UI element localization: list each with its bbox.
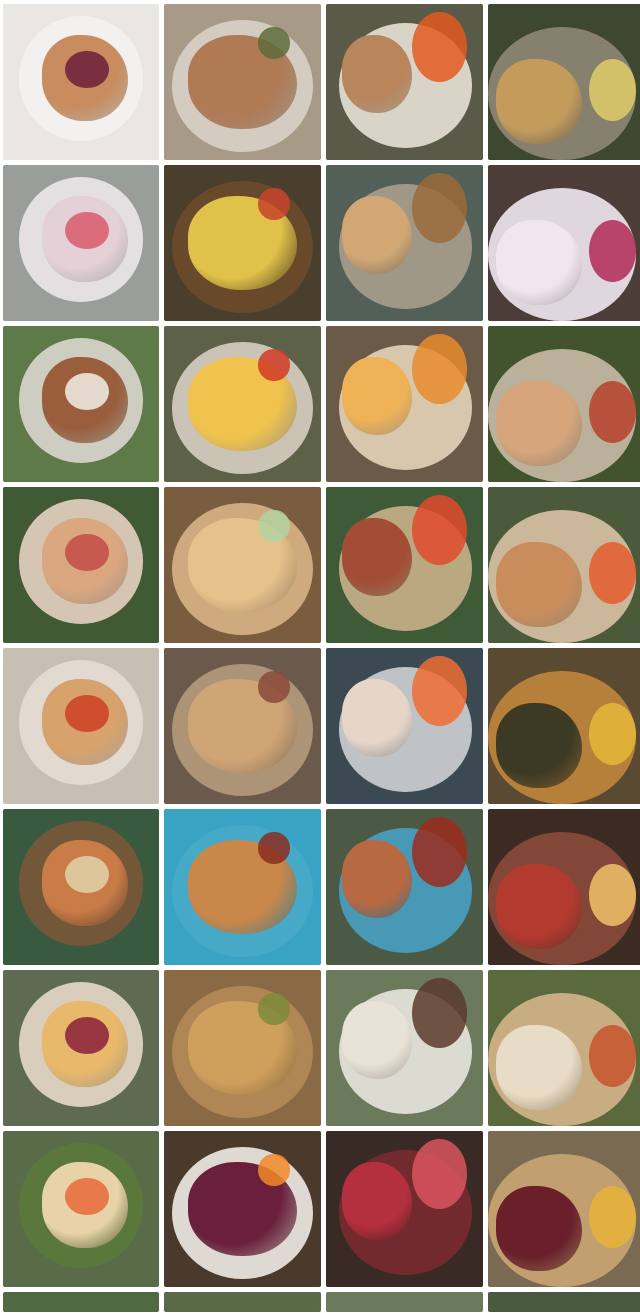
photo-tile[interactable] xyxy=(488,4,640,160)
food-shape xyxy=(341,518,413,597)
photo-tile[interactable] xyxy=(326,970,483,1126)
photo-tile[interactable] xyxy=(164,1292,321,1312)
garnish-shape xyxy=(412,816,468,887)
garnish-shape xyxy=(589,380,637,443)
photo-tile[interactable] xyxy=(326,165,483,321)
photo-tile[interactable] xyxy=(326,326,483,482)
photo-tile[interactable] xyxy=(488,326,640,482)
photo-tile[interactable] xyxy=(3,809,159,965)
food-shape xyxy=(495,1185,582,1272)
garnish-shape xyxy=(412,494,468,565)
garnish-shape xyxy=(65,855,110,894)
food-shape xyxy=(341,357,413,436)
food-shape xyxy=(495,219,582,306)
photo-tile[interactable] xyxy=(164,648,321,804)
photo-tile[interactable] xyxy=(326,1292,483,1312)
garnish-shape xyxy=(258,671,290,703)
garnish-shape xyxy=(65,694,110,733)
garnish-shape xyxy=(589,1185,637,1248)
food-shape xyxy=(341,196,413,275)
photo-tile[interactable] xyxy=(3,648,159,804)
photo-tile[interactable] xyxy=(488,1131,640,1287)
garnish-shape xyxy=(589,863,637,926)
garnish-shape xyxy=(65,533,110,572)
photo-tile[interactable] xyxy=(3,326,159,482)
garnish-shape xyxy=(258,349,290,381)
garnish-shape xyxy=(65,1016,110,1055)
garnish-shape xyxy=(258,993,290,1025)
photo-tile[interactable] xyxy=(164,1131,321,1287)
garnish-shape xyxy=(589,541,637,604)
garnish-shape xyxy=(258,510,290,542)
photo-tile[interactable] xyxy=(3,4,159,160)
photo-tile[interactable] xyxy=(164,165,321,321)
garnish-shape xyxy=(412,11,468,82)
food-shape xyxy=(341,1162,413,1241)
food-shape xyxy=(495,702,582,789)
garnish-shape xyxy=(258,1154,290,1186)
photo-tile[interactable] xyxy=(164,326,321,482)
garnish-shape xyxy=(65,50,110,89)
photo-tile[interactable] xyxy=(488,1292,640,1312)
garnish-shape xyxy=(412,1138,468,1209)
photo-tile[interactable] xyxy=(3,487,159,643)
food-shape xyxy=(341,1001,413,1080)
photo-tile[interactable] xyxy=(488,165,640,321)
food-shape xyxy=(341,679,413,758)
garnish-shape xyxy=(65,1177,110,1216)
photo-tile[interactable] xyxy=(3,970,159,1126)
photo-tile[interactable] xyxy=(3,1292,159,1312)
garnish-shape xyxy=(65,372,110,411)
photo-tile[interactable] xyxy=(488,970,640,1126)
food-shape xyxy=(495,1024,582,1111)
photo-tile[interactable] xyxy=(326,4,483,160)
garnish-shape xyxy=(65,211,110,250)
garnish-shape xyxy=(412,172,468,243)
photo-tile[interactable] xyxy=(326,648,483,804)
food-shape xyxy=(495,541,582,628)
garnish-shape xyxy=(589,58,637,121)
food-shape xyxy=(495,380,582,467)
garnish-shape xyxy=(412,655,468,726)
garnish-shape xyxy=(589,219,637,282)
photo-tile[interactable] xyxy=(3,1131,159,1287)
garnish-shape xyxy=(589,702,637,765)
photo-tile[interactable] xyxy=(326,809,483,965)
photo-tile[interactable] xyxy=(164,970,321,1126)
garnish-shape xyxy=(412,333,468,404)
photo-tile[interactable] xyxy=(164,487,321,643)
photo-tile[interactable] xyxy=(164,809,321,965)
photo-tile[interactable] xyxy=(488,487,640,643)
food-shape xyxy=(495,863,582,950)
photo-tile[interactable] xyxy=(326,1131,483,1287)
photo-tile[interactable] xyxy=(488,648,640,804)
garnish-shape xyxy=(258,27,290,59)
food-shape xyxy=(341,35,413,114)
photo-grid xyxy=(0,0,640,1313)
food-shape xyxy=(341,840,413,919)
garnish-shape xyxy=(258,832,290,864)
food-shape xyxy=(495,58,582,145)
photo-tile[interactable] xyxy=(326,487,483,643)
photo-tile[interactable] xyxy=(164,4,321,160)
photo-tile[interactable] xyxy=(3,165,159,321)
garnish-shape xyxy=(258,188,290,220)
photo-tile[interactable] xyxy=(488,809,640,965)
garnish-shape xyxy=(412,977,468,1048)
garnish-shape xyxy=(589,1024,637,1087)
